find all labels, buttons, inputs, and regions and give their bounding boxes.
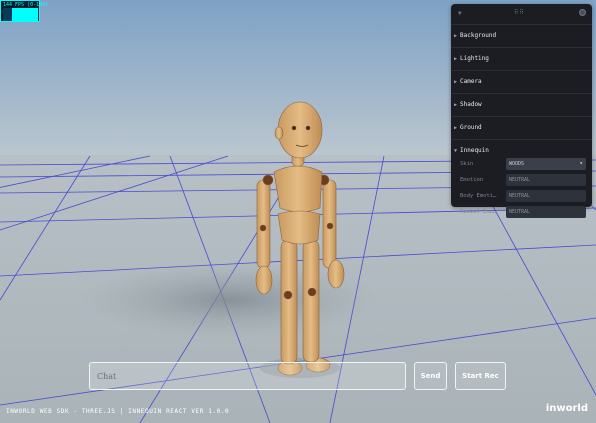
folder-background[interactable]: ▶ Background	[451, 24, 592, 47]
folder-ground[interactable]: ▶ Ground	[451, 116, 592, 139]
fps-graph	[3, 8, 38, 21]
character-eye	[291, 125, 297, 131]
emotion-field[interactable]: NEUTRAL	[506, 174, 586, 186]
folder-title: Innequin	[460, 147, 489, 154]
character-torso	[273, 165, 323, 213]
emotion-row: Emotion NEUTRAL	[460, 174, 586, 186]
settings-panel: ▼ ⠿⠿ ▶ Background ▶ Lighting ▶ Camera ▶ …	[451, 4, 592, 218]
skin-value: WOODS	[509, 161, 525, 167]
character-leg	[280, 239, 298, 365]
character-joint	[262, 174, 274, 186]
character-ear	[274, 126, 284, 140]
character-hand	[255, 265, 273, 295]
folder-lighting[interactable]: ▶ Lighting	[451, 47, 592, 70]
emotion-label: Emotion	[460, 177, 484, 183]
search-icon[interactable]	[579, 9, 586, 16]
folder-expand-icon: ▶	[454, 56, 458, 62]
folder-title: Camera	[460, 78, 482, 85]
folder-expand-icon: ▶	[454, 102, 458, 108]
start-rec-button[interactable]: Start Rec	[455, 362, 506, 390]
folder-innequin[interactable]: ▼ Innequin Skin WOODS ▾ Emotion NEUTRAL …	[451, 139, 592, 223]
character-joint	[326, 222, 334, 230]
character-arm	[256, 179, 271, 269]
folder-title: Ground	[460, 124, 482, 131]
character-joint	[283, 290, 293, 300]
character-hand	[327, 259, 345, 289]
folder-collapse-icon: ▼	[454, 148, 458, 154]
collapse-panel-icon[interactable]: ▼	[458, 10, 462, 17]
character-joint	[259, 224, 267, 232]
folder-title: Shadow	[460, 101, 482, 108]
folder-expand-icon: ▶	[454, 79, 458, 85]
skin-row: Skin WOODS ▾	[460, 158, 586, 170]
skin-label: Skin	[460, 161, 474, 167]
folder-shadow[interactable]: ▶ Shadow	[451, 93, 592, 116]
character-leg	[302, 239, 320, 363]
character-head	[277, 101, 323, 159]
folder-title: Lighting	[460, 55, 489, 62]
body-emotion-field[interactable]: NEUTRAL	[506, 190, 586, 202]
character-joint	[307, 287, 317, 297]
panel-header: ▼ ⠿⠿	[451, 4, 592, 24]
facial-emotion-row: Facial Emo… NEUTRAL	[460, 206, 586, 218]
folder-expand-icon: ▶	[454, 33, 458, 39]
body-emotion-label: Body Emoti…	[460, 193, 497, 199]
folder-title: Background	[460, 32, 497, 39]
send-button[interactable]: Send	[414, 362, 447, 390]
footer-version-text: INWORLD WEB SDK - THREE.JS | INNEQUIN RE…	[6, 408, 230, 415]
drag-handle-icon[interactable]: ⠿⠿	[514, 9, 525, 16]
fps-meter[interactable]: 144 FPS (0-144)	[0, 0, 48, 22]
chat-input[interactable]	[89, 362, 406, 390]
folder-camera[interactable]: ▶ Camera	[451, 70, 592, 93]
inworld-logo: inworld	[545, 403, 588, 414]
facial-emotion-label: Facial Emo…	[460, 209, 497, 215]
character-pelvis	[277, 210, 321, 245]
skin-select[interactable]: WOODS ▾	[506, 158, 586, 170]
chevron-down-icon: ▾	[579, 160, 583, 167]
facial-emotion-field[interactable]: NEUTRAL	[506, 206, 586, 218]
character-eye	[305, 125, 311, 131]
folder-expand-icon: ▶	[454, 125, 458, 131]
body-emotion-row: Body Emoti… NEUTRAL	[460, 190, 586, 202]
